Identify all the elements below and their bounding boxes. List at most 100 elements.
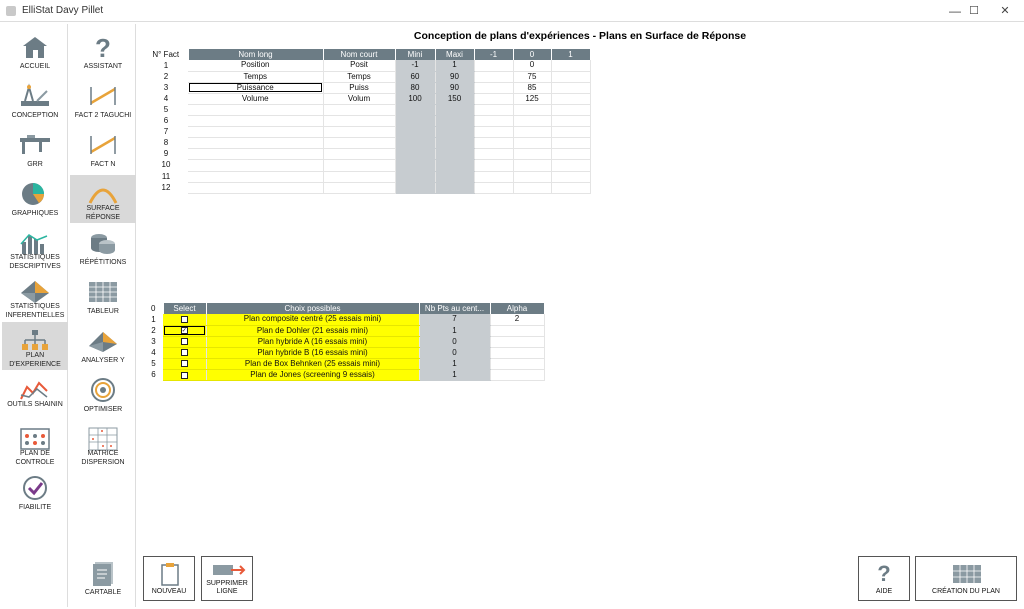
factor-cell[interactable] (323, 104, 396, 117)
nav-cartable[interactable]: CARTABLE (70, 554, 136, 602)
factor-cell[interactable]: -1 (395, 60, 436, 72)
plan-center-points[interactable]: 7 (419, 314, 491, 326)
factor-cell[interactable] (395, 159, 436, 172)
factor-cell[interactable] (435, 171, 475, 183)
supprimer-ligne-button[interactable]: SUPPRIMER LIGNE (201, 556, 253, 601)
factor-cell[interactable] (188, 182, 324, 194)
factor-cell[interactable] (551, 82, 591, 94)
plan-select-cell[interactable] (163, 369, 207, 382)
plan-select-cell[interactable] (163, 358, 207, 371)
factor-cell[interactable] (474, 171, 514, 183)
factor-cell[interactable] (188, 115, 324, 128)
nav-assistant[interactable]: ? ASSISTANT (70, 28, 136, 76)
factor-cell[interactable] (474, 93, 514, 105)
nav-statistiques-descriptives[interactable]: STATISTIQUES DESCRIPTIVES (2, 224, 68, 272)
factor-cell[interactable]: Puiss (323, 82, 396, 94)
plan-select-cell[interactable] (163, 314, 207, 326)
factor-cell[interactable] (395, 182, 436, 194)
nav-optimiser[interactable]: OPTIMISER (70, 371, 136, 419)
factor-cell[interactable] (323, 115, 396, 128)
factor-cell[interactable] (323, 137, 396, 150)
nouveau-button[interactable]: NOUVEAU (143, 556, 195, 601)
factor-cell[interactable] (323, 159, 396, 172)
factor-cell[interactable]: 0 (513, 60, 552, 72)
factor-cell[interactable]: 85 (513, 82, 552, 94)
plan-select-cell[interactable]: ✓ (163, 325, 207, 337)
factor-cell[interactable] (435, 104, 475, 117)
plan-center-points[interactable]: 1 (419, 369, 491, 382)
factor-cell[interactable] (395, 104, 436, 117)
plan-alpha[interactable] (490, 325, 545, 337)
factor-cell[interactable] (474, 137, 514, 150)
nav-plan-experience[interactable]: PLAN D'EXPERIENCE (2, 322, 68, 370)
nav-analyser-y[interactable]: ANALYSER Y (70, 322, 136, 370)
factor-cell[interactable] (551, 71, 591, 83)
factor-cell[interactable] (513, 171, 552, 183)
factor-cell[interactable] (513, 148, 552, 161)
factor-cell[interactable]: 90 (435, 71, 475, 83)
factor-cell[interactable] (551, 93, 591, 105)
nav-grr[interactable]: GRR (2, 126, 68, 174)
factor-cell[interactable] (323, 148, 396, 161)
factor-cell[interactable] (513, 137, 552, 150)
nav-statistiques-inferentielles[interactable]: STATISTIQUES INFERENTIELLES (2, 273, 68, 321)
factor-cell[interactable]: Volum (323, 93, 396, 105)
plan-center-points[interactable]: 1 (419, 325, 491, 337)
factor-cell[interactable]: 75 (513, 71, 552, 83)
factor-cell[interactable] (551, 148, 591, 161)
factor-cell[interactable] (551, 115, 591, 128)
factor-cell[interactable]: Temps (188, 71, 324, 83)
creation-du-plan-button[interactable]: CRÉATION DU PLAN (915, 556, 1017, 601)
factor-cell[interactable] (188, 104, 324, 117)
close-button[interactable]: ✕ (988, 0, 1022, 22)
plan-select-cell[interactable] (163, 347, 207, 359)
nav-matrice-dispersion[interactable]: MATRICE DISPERSION (70, 420, 136, 468)
factor-cell[interactable]: 1 (435, 60, 475, 72)
plan-alpha[interactable] (490, 358, 545, 371)
factor-cell[interactable] (188, 159, 324, 172)
aide-button[interactable]: ? AIDE (858, 556, 910, 601)
factor-cell[interactable] (474, 126, 514, 139)
factor-cell[interactable] (474, 159, 514, 172)
factor-cell[interactable] (395, 148, 436, 161)
nav-accueil[interactable]: ACCUEIL (2, 28, 68, 76)
nav-plan-controle[interactable]: PLAN DE CONTROLE (2, 420, 68, 468)
factor-cell[interactable]: Puissance (188, 82, 324, 94)
plan-alpha[interactable] (490, 347, 545, 359)
checkbox-unchecked[interactable] (180, 315, 188, 323)
factor-cell[interactable] (513, 104, 552, 117)
factor-cell[interactable] (551, 171, 591, 183)
factor-cell[interactable] (188, 148, 324, 161)
nav-fact2-taguchi[interactable]: FACT 2 TAGUCHI (70, 77, 136, 125)
factor-cell[interactable] (474, 60, 514, 72)
factor-cell[interactable] (395, 126, 436, 139)
nav-surface-reponse[interactable]: SURFACE RÉPONSE (70, 175, 136, 223)
nav-conception[interactable]: CONCEPTION (2, 77, 68, 125)
factor-cell[interactable]: 80 (395, 82, 436, 94)
checkbox-unchecked[interactable] (180, 338, 188, 346)
plan-center-points[interactable]: 1 (419, 358, 491, 371)
nav-graphiques[interactable]: GRAPHIQUES (2, 175, 68, 223)
nav-fiabilite[interactable]: FIABILITE (2, 469, 68, 517)
factor-cell[interactable] (474, 115, 514, 128)
factor-cell[interactable] (395, 115, 436, 128)
checkbox-unchecked[interactable] (180, 371, 188, 379)
plan-alpha[interactable] (490, 336, 545, 348)
plan-alpha[interactable]: 2 (490, 314, 545, 326)
factor-cell[interactable] (551, 104, 591, 117)
factor-cell[interactable]: Temps (323, 71, 396, 83)
factor-cell[interactable] (474, 71, 514, 83)
plan-center-points[interactable]: 0 (419, 336, 491, 348)
factor-cell[interactable] (188, 137, 324, 150)
factor-cell[interactable] (474, 104, 514, 117)
factor-cell[interactable] (188, 126, 324, 139)
factor-cell[interactable] (435, 159, 475, 172)
factor-cell[interactable]: 90 (435, 82, 475, 94)
factor-cell[interactable] (435, 182, 475, 194)
factor-cell[interactable] (474, 82, 514, 94)
factor-cell[interactable]: Volume (188, 93, 324, 105)
factor-cell[interactable]: 60 (395, 71, 436, 83)
factor-cell[interactable] (323, 126, 396, 139)
factor-cell[interactable] (395, 137, 436, 150)
factor-cell[interactable]: 100 (395, 93, 436, 105)
